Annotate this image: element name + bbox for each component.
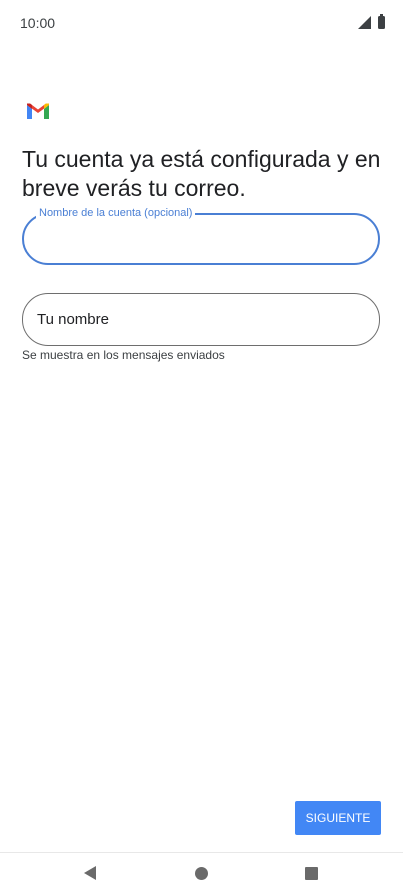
your-name-input[interactable]: Tu nombre xyxy=(22,293,380,346)
navigation-bar xyxy=(0,852,403,896)
battery-icon xyxy=(378,14,385,29)
home-icon[interactable] xyxy=(195,867,208,880)
gmail-logo xyxy=(27,103,49,119)
recents-icon[interactable] xyxy=(305,867,318,880)
status-bar: 10:00 xyxy=(0,0,403,46)
page-title: Tu cuenta ya está configurada y en breve… xyxy=(22,146,381,201)
account-name-label: Nombre de la cuenta (opcional) xyxy=(36,205,196,221)
your-name-helper-text: Se muestra en los mensajes enviados xyxy=(22,348,225,362)
next-button[interactable]: SIGUIENTE xyxy=(295,801,381,835)
back-icon[interactable] xyxy=(84,866,96,880)
signal-icon xyxy=(358,16,371,29)
account-name-input[interactable]: Nombre de la cuenta (opcional) xyxy=(22,205,380,265)
your-name-placeholder: Tu nombre xyxy=(37,311,109,328)
status-time: 10:00 xyxy=(20,15,56,31)
